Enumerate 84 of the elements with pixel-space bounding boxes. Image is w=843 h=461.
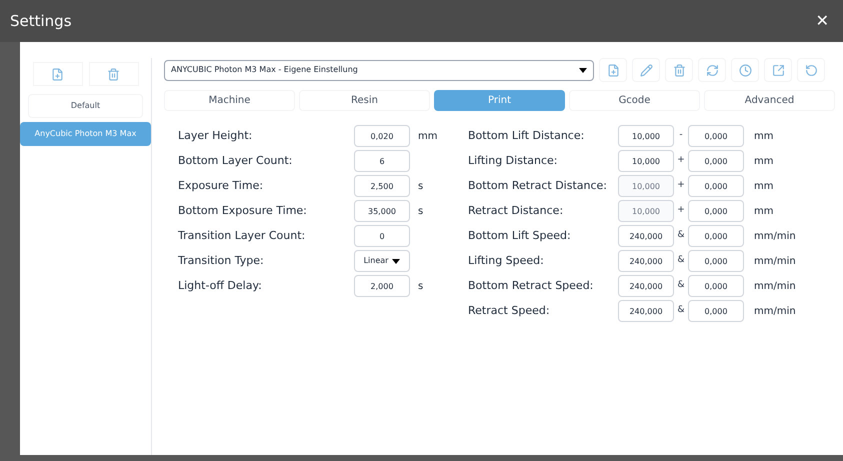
separator-sign: & xyxy=(676,254,686,268)
trash-icon xyxy=(107,68,120,80)
tab[interactable]: Machine xyxy=(164,90,295,111)
separator-sign: & xyxy=(676,304,686,318)
value-field[interactable]: 240,000 xyxy=(618,275,674,297)
delete-button[interactable] xyxy=(665,58,693,82)
preset-item[interactable]: Default xyxy=(28,94,143,118)
param-label: Lifting Distance: xyxy=(468,152,558,169)
value-field[interactable]: 0,020 xyxy=(354,125,410,147)
value-field[interactable]: 2,000 xyxy=(354,275,410,297)
new-file-button[interactable] xyxy=(32,62,82,86)
value-field[interactable]: 0,000 xyxy=(688,125,744,147)
unit-label: mm xyxy=(754,204,774,218)
param-label: Transition Type: xyxy=(178,252,265,269)
param-label: Bottom Exposure Time: xyxy=(178,202,308,219)
unit-label: mm xyxy=(418,130,438,144)
file-plus-icon xyxy=(606,64,620,76)
value-field[interactable]: 240,000 xyxy=(618,225,674,247)
unit-label: s xyxy=(418,204,424,218)
param-label: Lifting Speed: xyxy=(468,252,545,269)
value-field[interactable]: 0,000 xyxy=(688,275,744,297)
unit-label: mm xyxy=(754,154,774,168)
pencil-icon xyxy=(640,64,652,76)
reset-icon xyxy=(804,64,818,76)
profile-name: ANYCUBIC Photon M3 Max - Eigene Einstellung xyxy=(171,64,358,76)
dropdown-caret-icon xyxy=(579,68,587,72)
separator-sign: + xyxy=(676,179,686,192)
edit-button[interactable] xyxy=(632,58,660,82)
unit-label: mm/min xyxy=(754,254,796,268)
reset-button[interactable] xyxy=(797,58,825,82)
separator-sign: - xyxy=(678,129,684,142)
value-field[interactable]: 2,500 xyxy=(354,175,410,197)
tab[interactable]: Resin xyxy=(299,90,430,111)
dropdown-caret-icon xyxy=(392,258,400,264)
unit-label: mm xyxy=(754,180,774,194)
profile-dropdown[interactable]: ANYCUBIC Photon M3 Max - Eigene Einstellung xyxy=(164,60,594,80)
param-label: Bottom Lift Speed: xyxy=(468,228,572,244)
refresh-button[interactable] xyxy=(698,58,726,82)
param-label: Bottom Layer Count: xyxy=(178,152,294,169)
param-label: Bottom Retract Speed: xyxy=(468,278,594,294)
value-field[interactable]: 0 xyxy=(354,225,410,247)
value-field[interactable]: 10,000 xyxy=(618,150,674,172)
value-field[interactable]: 10,000 xyxy=(618,125,674,147)
value-field[interactable]: 0,000 xyxy=(688,225,744,247)
param-label: Transition Layer Count: xyxy=(178,228,306,244)
new-file-button[interactable] xyxy=(599,58,627,82)
separator-sign: + xyxy=(676,154,686,168)
param-label: Retract Speed: xyxy=(468,302,551,319)
history-button[interactable] xyxy=(731,58,759,82)
value-field[interactable]: 0,000 xyxy=(688,300,744,322)
tab[interactable]: Advanced xyxy=(704,90,835,111)
param-label: Retract Distance: xyxy=(468,202,564,219)
param-label: Layer Height: xyxy=(178,128,254,144)
refresh-icon xyxy=(706,64,718,76)
value-field[interactable]: 35,000 xyxy=(354,200,410,222)
value-field[interactable]: 6 xyxy=(354,150,410,172)
separator-sign: & xyxy=(676,229,686,242)
trash-icon xyxy=(672,64,686,76)
value-field[interactable]: 240,000 xyxy=(618,250,674,272)
param-label: Exposure Time: xyxy=(178,178,264,194)
value-field[interactable]: 240,000 xyxy=(618,300,674,322)
param-label: Bottom Retract Distance: xyxy=(468,178,608,194)
export-button[interactable] xyxy=(764,58,792,82)
close-button[interactable]: ✕ xyxy=(812,9,833,33)
unit-label: mm/min xyxy=(754,280,796,294)
unit-label: s xyxy=(418,280,424,294)
param-label: Bottom Lift Distance: xyxy=(468,128,586,144)
file-plus-icon xyxy=(51,68,64,80)
value-field[interactable]: 0,000 xyxy=(688,150,744,172)
unit-label: mm/min xyxy=(754,230,796,244)
tab[interactable]: Gcode xyxy=(569,90,700,111)
transition-type-dropdown[interactable]: Linear xyxy=(354,250,410,272)
export-icon xyxy=(772,64,784,76)
delete-button[interactable] xyxy=(88,62,138,86)
separator-sign: & xyxy=(676,279,686,292)
unit-label: s xyxy=(418,180,424,194)
unit-label: mm/min xyxy=(754,304,796,318)
window-title: Settings xyxy=(10,10,72,32)
unit-label: mm xyxy=(754,130,774,144)
value-field[interactable]: 0,000 xyxy=(688,250,744,272)
clock-icon xyxy=(738,64,752,76)
dropdown-value: Linear xyxy=(364,255,388,267)
separator-sign: + xyxy=(676,204,686,218)
param-label: Light-off Delay: xyxy=(178,278,263,294)
